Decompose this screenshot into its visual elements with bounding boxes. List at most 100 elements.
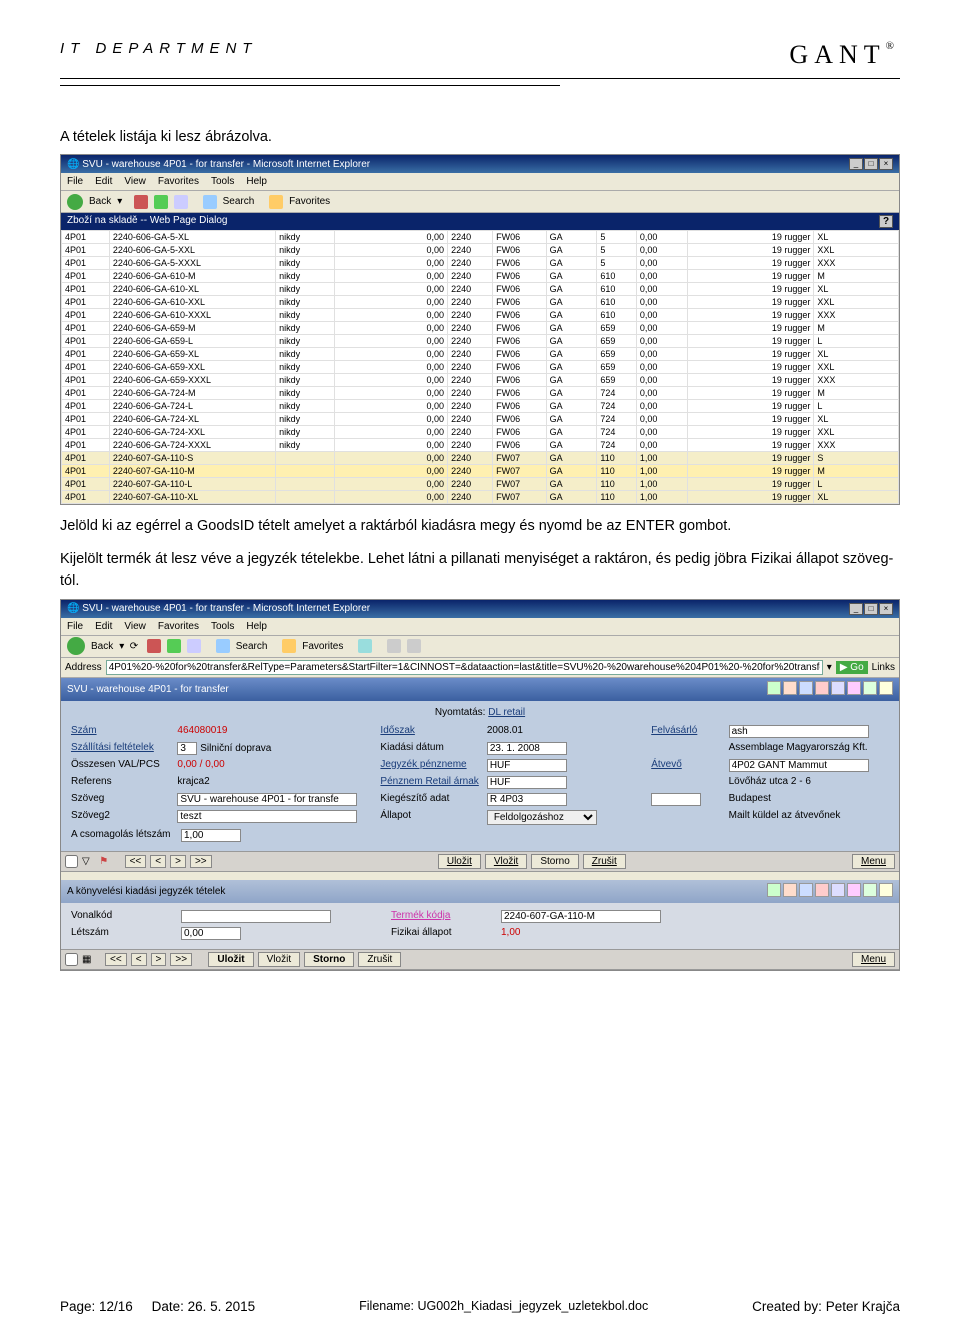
nav-last[interactable]: >> — [190, 855, 212, 868]
ie2-menu[interactable]: FileEditViewFavoritesToolsHelp — [61, 618, 899, 636]
btn-menu[interactable]: Menu — [852, 854, 895, 869]
window-controls[interactable]: _□× — [848, 158, 893, 170]
btn2-menu[interactable]: Menu — [852, 952, 895, 967]
btn-vlozit[interactable]: Vložit — [485, 854, 527, 869]
table-row[interactable]: 4P012240-606-GA-610-Mnikdy0,002240FW06GA… — [62, 270, 899, 283]
search-icon[interactable] — [216, 639, 230, 653]
input-szoveg2[interactable] — [177, 810, 357, 823]
table-row[interactable]: 4P012240-606-GA-724-Lnikdy0,002240FW06GA… — [62, 400, 899, 413]
icon-8 — [879, 681, 893, 695]
input-csomag[interactable] — [181, 829, 241, 842]
nav2-first[interactable]: << — [105, 953, 127, 966]
ie1-menu[interactable]: FileEditViewFavoritesToolsHelp — [61, 173, 899, 191]
page-footer: Page: 12/16 Date: 26. 5. 2015 Filename: … — [60, 1299, 900, 1314]
value-ossz: 0,00 / 0,00 — [175, 758, 378, 773]
input-letszam[interactable] — [181, 927, 241, 940]
table-row[interactable]: 4P012240-606-GA-659-XLnikdy0,002240FW06G… — [62, 348, 899, 361]
refresh-icon[interactable] — [154, 195, 168, 209]
table-row[interactable]: 4P012240-607-GA-110-M0,002240FW07GA1101,… — [62, 465, 899, 478]
btn2-storno[interactable]: Storno — [304, 952, 354, 967]
btn-storno[interactable]: Storno — [531, 854, 578, 869]
input-felvasarlo[interactable] — [729, 725, 869, 738]
mail-icon[interactable] — [387, 639, 401, 653]
input-penzret[interactable] — [487, 776, 567, 789]
label-vonalkod: Vonalkód — [69, 909, 179, 924]
panel2-icons[interactable] — [765, 883, 893, 900]
label-termek[interactable]: Termék kódja — [391, 910, 450, 921]
label-csomag: A csomagolás létszám — [69, 828, 179, 843]
table-row[interactable]: 4P012240-606-GA-724-XXXLnikdy0,002240FW0… — [62, 439, 899, 452]
input-kiad[interactable] — [487, 742, 567, 755]
btn2-ulozit[interactable]: Uložit — [208, 952, 253, 967]
table-row[interactable]: 4P012240-606-GA-610-XXXLnikdy0,002240FW0… — [62, 309, 899, 322]
table-row[interactable]: 4P012240-606-GA-724-Mnikdy0,002240FW06GA… — [62, 387, 899, 400]
panel-icons[interactable] — [765, 681, 893, 698]
print-icon[interactable] — [407, 639, 421, 653]
btn2-vlozit[interactable]: Vložit — [258, 952, 300, 967]
label-felvasarlo: Felvásárló — [649, 724, 726, 739]
print-link[interactable]: DL retail — [488, 707, 525, 718]
nav2-next[interactable]: > — [151, 953, 167, 966]
table-row[interactable]: 4P012240-606-GA-610-XXLnikdy0,002240FW06… — [62, 296, 899, 309]
table-row[interactable]: 4P012240-606-GA-659-Mnikdy0,002240FW06GA… — [62, 322, 899, 335]
ie1-toolbar[interactable]: Back ▾ Search Favorites — [61, 191, 899, 213]
input-vonalkod[interactable] — [181, 910, 331, 923]
nav-prev[interactable]: < — [150, 855, 166, 868]
back-icon[interactable] — [67, 194, 83, 210]
nav2-last[interactable]: >> — [170, 953, 192, 966]
btn-zrusit[interactable]: Zrušit — [583, 854, 626, 869]
input-szoveg[interactable] — [177, 793, 357, 806]
nav-first[interactable]: << — [125, 855, 147, 868]
home-icon[interactable] — [187, 639, 201, 653]
ie2-toolbar[interactable]: Back ▾ ⟳ Search Favorites — [61, 636, 899, 658]
input-kieg[interactable] — [487, 793, 567, 806]
input-atvevo[interactable] — [729, 759, 869, 772]
stop-icon[interactable] — [134, 195, 148, 209]
table-row[interactable]: 4P012240-606-GA-659-Lnikdy0,002240FW06GA… — [62, 335, 899, 348]
window-controls-2[interactable]: _□× — [848, 603, 893, 615]
btn-ulozit[interactable]: Uložit — [438, 854, 481, 869]
table-row[interactable]: 4P012240-607-GA-110-XL0,002240FW07GA1101… — [62, 491, 899, 504]
input-termek[interactable] — [501, 910, 661, 923]
table-row[interactable]: 4P012240-607-GA-110-S0,002240FW07GA1101,… — [62, 452, 899, 465]
value-fiz: 1,00 — [499, 926, 669, 941]
address-input[interactable] — [106, 660, 823, 675]
links-label[interactable]: Links — [872, 662, 895, 673]
home-icon[interactable] — [174, 195, 188, 209]
select-allapot[interactable]: Feldolgozáshoz — [487, 810, 597, 825]
nav-next[interactable]: > — [170, 855, 186, 868]
refresh-icon[interactable] — [167, 639, 181, 653]
table-row[interactable]: 4P012240-606-GA-5-XXXLnikdy0,002240FW06G… — [62, 257, 899, 270]
label-idoszak: Időszak — [378, 724, 484, 739]
checkbox-2[interactable] — [65, 953, 78, 966]
input-jegypenz[interactable] — [487, 759, 567, 772]
table-row[interactable]: 4P012240-607-GA-110-L0,002240FW07GA1101,… — [62, 478, 899, 491]
back-icon[interactable] — [67, 637, 85, 655]
input-szallit-num[interactable] — [177, 742, 197, 755]
table-row[interactable]: 4P012240-606-GA-5-XXLnikdy0,002240FW06GA… — [62, 244, 899, 257]
favorites-icon[interactable] — [269, 195, 283, 209]
checkbox-1[interactable] — [65, 855, 78, 868]
input-extra[interactable] — [651, 793, 701, 806]
data-grid[interactable]: 4P012240-606-GA-5-XLnikdy0,002240FW06GA5… — [61, 230, 899, 504]
btn2-zrusit[interactable]: Zrušit — [358, 952, 401, 967]
table-row[interactable]: 4P012240-606-GA-659-XXLnikdy0,002240FW06… — [62, 361, 899, 374]
favorites-icon[interactable] — [282, 639, 296, 653]
grid-icon[interactable]: ▦ — [82, 954, 91, 965]
stop-icon[interactable] — [147, 639, 161, 653]
table-row[interactable]: 4P012240-606-GA-724-XLnikdy0,002240FW06G… — [62, 413, 899, 426]
table-row[interactable]: 4P012240-606-GA-5-XLnikdy0,002240FW06GA5… — [62, 231, 899, 244]
nav2-prev[interactable]: < — [131, 953, 147, 966]
table-row[interactable]: 4P012240-606-GA-659-XXXLnikdy0,002240FW0… — [62, 374, 899, 387]
maximize-icon: □ — [864, 158, 878, 170]
search-icon[interactable] — [203, 195, 217, 209]
minimize-icon: _ — [849, 603, 863, 615]
header-dept: IT DEPARTMENT — [60, 40, 257, 57]
media-icon[interactable] — [358, 639, 372, 653]
help-icon[interactable]: ? — [879, 215, 893, 228]
table-row[interactable]: 4P012240-606-GA-610-XLnikdy0,002240FW06G… — [62, 283, 899, 296]
dropdown-icon[interactable]: ▾ — [827, 662, 832, 673]
flag-icon[interactable]: ⚑ — [99, 856, 108, 867]
table-row[interactable]: 4P012240-606-GA-724-XXLnikdy0,002240FW06… — [62, 426, 899, 439]
go-button[interactable]: ▶ Go — [836, 661, 868, 674]
